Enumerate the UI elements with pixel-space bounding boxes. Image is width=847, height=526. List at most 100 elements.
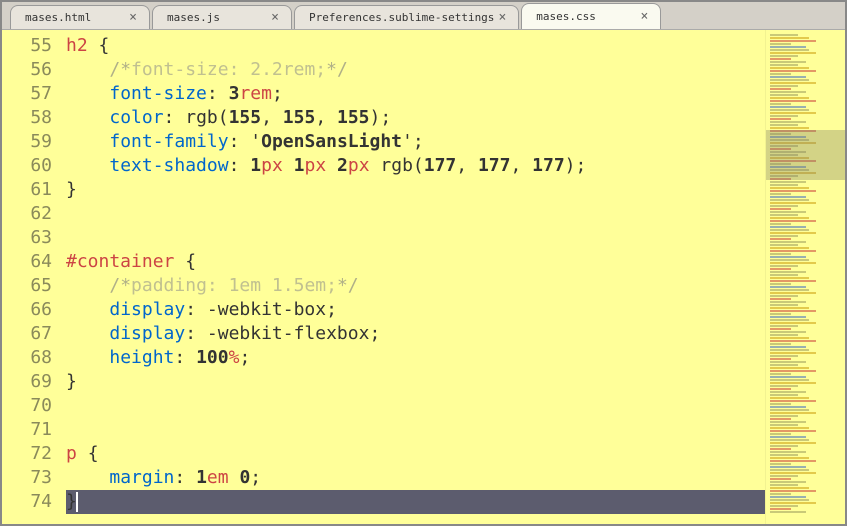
line-number: 60 (10, 154, 52, 178)
code-token (66, 275, 109, 296)
code-token: text-shadow (109, 155, 228, 176)
line-number: 69 (10, 370, 52, 394)
code-token: 3 (229, 83, 240, 104)
code-token: 177 (424, 155, 457, 176)
code-line: /*font-size: 2.2rem;*/ (66, 58, 765, 82)
code-token: px (304, 155, 326, 176)
code-token: 0 (239, 467, 250, 488)
code-token: } (66, 179, 77, 200)
code-token: font-family (109, 131, 228, 152)
tab-mases-js[interactable]: mases.js × (152, 5, 292, 29)
tab-mases-css[interactable]: mases.css × (521, 3, 661, 29)
close-icon[interactable]: × (125, 10, 141, 25)
code-line: #container { (66, 250, 765, 274)
close-icon[interactable]: × (636, 9, 652, 24)
code-token: rgb (185, 107, 218, 128)
line-number: 70 (10, 394, 52, 418)
line-number: 58 (10, 106, 52, 130)
tab-label: mases.html (25, 11, 91, 24)
code-token (66, 83, 109, 104)
code-token: color (109, 107, 163, 128)
line-number: 56 (10, 58, 52, 82)
code-token: #container (66, 251, 174, 272)
code-token: : (174, 467, 196, 488)
code-token: /* (109, 59, 131, 80)
code-token: : -webkit-box; (185, 299, 337, 320)
code-token: margin (109, 467, 174, 488)
code-token: ' (250, 131, 261, 152)
code-token: } (66, 371, 77, 392)
code-token: em (207, 467, 229, 488)
code-line (66, 394, 765, 418)
close-icon[interactable]: × (494, 10, 510, 25)
code-token: font-size: 2.2rem; (131, 59, 326, 80)
code-token: 2 (337, 155, 348, 176)
code-token: */ (326, 59, 348, 80)
tab-preferences[interactable]: Preferences.sublime-settings × (294, 5, 519, 29)
code-token: ; (413, 131, 424, 152)
code-token: { (99, 35, 110, 56)
code-token: : (164, 107, 186, 128)
code-token: ' (402, 131, 413, 152)
code-token: p (66, 443, 77, 464)
line-number: 59 (10, 130, 52, 154)
code-token: { (185, 251, 196, 272)
code-line: margin: 1em 0; (66, 466, 765, 490)
tab-label: mases.js (167, 11, 220, 24)
code-line (66, 202, 765, 226)
code-token: 155 (229, 107, 262, 128)
line-number: 61 (10, 178, 52, 202)
code-token: % (229, 347, 240, 368)
code-token: height (109, 347, 174, 368)
minimap-viewport[interactable] (766, 130, 845, 180)
editor: 5556575859606162636465666768697071727374… (2, 30, 845, 524)
line-number: 74 (10, 490, 52, 514)
code-token: h2 (66, 35, 88, 56)
code-token (370, 155, 381, 176)
line-number: 71 (10, 418, 52, 442)
text-cursor (76, 492, 78, 512)
code-token (229, 467, 240, 488)
code-area[interactable]: h2 { /*font-size: 2.2rem;*/ font-size: 3… (66, 30, 765, 524)
code-token: : (229, 131, 251, 152)
line-number: 65 (10, 274, 52, 298)
code-line: } (66, 370, 765, 394)
code-token: font-size (109, 83, 207, 104)
code-line: display: -webkit-box; (66, 298, 765, 322)
code-token: , (315, 107, 337, 128)
code-token (66, 131, 109, 152)
code-token (66, 467, 109, 488)
code-line: p { (66, 442, 765, 466)
tab-label: Preferences.sublime-settings (309, 11, 494, 24)
code-token: rem (239, 83, 272, 104)
code-line: } (66, 490, 765, 514)
line-gutter: 5556575859606162636465666768697071727374 (2, 30, 66, 524)
code-line: display: -webkit-flexbox; (66, 322, 765, 346)
code-token (283, 155, 294, 176)
close-icon[interactable]: × (267, 10, 283, 25)
code-token: OpenSansLight (261, 131, 402, 152)
code-token: padding: 1em 1.5em; (131, 275, 337, 296)
code-token: : -webkit-flexbox; (185, 323, 380, 344)
code-token: : (174, 347, 196, 368)
code-token: 100 (196, 347, 229, 368)
line-number: 64 (10, 250, 52, 274)
tab-mases-html[interactable]: mases.html × (10, 5, 150, 29)
line-number: 57 (10, 82, 52, 106)
code-line: color: rgb(155, 155, 155); (66, 106, 765, 130)
code-token: ; (250, 467, 261, 488)
code-token: px (261, 155, 283, 176)
code-token: 155 (337, 107, 370, 128)
tab-label: mases.css (536, 10, 596, 23)
code-token: 177 (478, 155, 511, 176)
code-token (66, 155, 109, 176)
code-token: : (207, 83, 229, 104)
code-token: ; (272, 83, 283, 104)
code-token: ( (413, 155, 424, 176)
minimap[interactable] (765, 30, 845, 524)
line-number: 62 (10, 202, 52, 226)
code-token: display (109, 299, 185, 320)
line-number: 72 (10, 442, 52, 466)
code-token: , (261, 107, 283, 128)
code-token (77, 443, 88, 464)
